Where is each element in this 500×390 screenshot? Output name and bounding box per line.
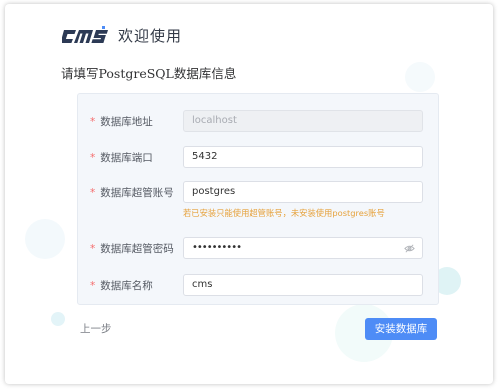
decorative-bubble: [25, 219, 65, 259]
form-row-db-host: * 数据库地址 localhost: [78, 110, 438, 134]
page-subtitle: 请填写PostgreSQL数据库信息: [61, 66, 237, 81]
db-port-value: 5432: [192, 151, 218, 162]
db-host-input[interactable]: localhost: [183, 110, 423, 132]
form-row-db-admin-account: * 数据库超管账号 postgres: [78, 181, 438, 205]
install-database-button[interactable]: 安装数据库: [365, 318, 437, 340]
db-admin-account-label: 数据库超管账号: [100, 187, 174, 199]
eye-icon[interactable]: [404, 243, 415, 254]
field-label: * 数据库名称: [90, 274, 153, 298]
db-host-label: 数据库地址: [100, 116, 153, 128]
previous-step-link[interactable]: 上一步: [80, 321, 112, 336]
db-name-input[interactable]: cms: [183, 274, 423, 296]
db-host-value: localhost: [192, 115, 237, 126]
required-mark: *: [90, 280, 96, 292]
installer-window: 欢迎使用 请填写PostgreSQL数据库信息 * 数据库地址 localhost…: [5, 4, 493, 384]
field-label: * 数据库端口: [90, 146, 153, 170]
form-row-db-port: * 数据库端口 5432: [78, 146, 438, 170]
required-mark: *: [90, 152, 96, 164]
form-row-db-admin-password: * 数据库超管密码 ••••••••••: [78, 237, 438, 261]
db-admin-password-value: ••••••••••: [192, 242, 242, 253]
decorative-bubble: [51, 312, 65, 326]
welcome-title: 欢迎使用: [118, 27, 183, 45]
required-mark: *: [90, 116, 96, 128]
db-admin-password-label: 数据库超管密码: [100, 243, 174, 255]
decorative-bubble: [405, 62, 435, 92]
db-admin-password-input[interactable]: ••••••••••: [183, 237, 423, 259]
field-label: * 数据库地址: [90, 110, 153, 134]
db-port-label: 数据库端口: [100, 152, 153, 164]
db-port-input[interactable]: 5432: [183, 146, 423, 168]
field-label: * 数据库超管账号: [90, 181, 174, 205]
account-hint-text: 若已安装只能使用超管账号，未安装使用postgres账号: [183, 208, 385, 218]
db-form-panel: * 数据库地址 localhost * 数据库端口 5432 * 数据库超管账号 po…: [77, 93, 439, 305]
required-mark: *: [90, 243, 96, 255]
form-row-db-name: * 数据库名称 cms: [78, 274, 438, 298]
db-admin-account-input[interactable]: postgres: [183, 181, 423, 203]
db-name-label: 数据库名称: [100, 280, 153, 292]
field-label: * 数据库超管密码: [90, 237, 174, 261]
required-mark: *: [90, 187, 96, 199]
cms-logo: [62, 26, 108, 43]
db-admin-account-value: postgres: [192, 186, 236, 197]
db-name-value: cms: [192, 279, 213, 290]
